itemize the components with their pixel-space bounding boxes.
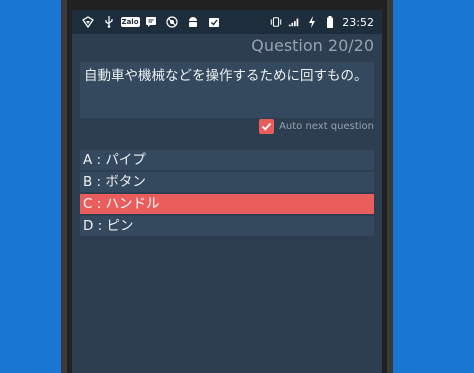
status-left-icons: Zalo [72, 16, 220, 28]
message-icon [145, 16, 157, 28]
task-check-icon [208, 16, 220, 28]
answer-option-c[interactable]: C : ハンドル [80, 194, 374, 214]
auto-next-checkbox[interactable] [259, 118, 275, 134]
zalo-icon: Zalo [120, 16, 140, 28]
battery-icon [324, 16, 336, 28]
cell-signal-icon [288, 16, 300, 28]
question-text: 自動車や機械などを操作するために回すもの。 [84, 68, 368, 84]
answer-option-b[interactable]: B : ボタン [80, 172, 374, 192]
android-icon [187, 16, 199, 28]
question-card: 自動車や機械などを操作するために回すもの。 [80, 62, 374, 118]
checkmark-icon [261, 122, 272, 131]
auto-next-toggle[interactable]: Auto next question [259, 117, 374, 135]
zalo-label: Zalo [120, 17, 140, 27]
answer-option-a[interactable]: A : パイプ [80, 150, 374, 170]
phone-screen: Zalo 23:52 Question 20/20 自動車や機械などを操作するた… [72, 10, 382, 373]
answer-option-d[interactable]: D : ピン [80, 216, 374, 236]
status-bar: Zalo 23:52 [72, 10, 382, 34]
phone-edge-right [387, 0, 393, 373]
wifi-icon [82, 16, 94, 28]
battery-charging-icon [306, 16, 318, 28]
no-signal-icon [166, 16, 178, 28]
vibrate-icon [270, 16, 282, 28]
status-clock: 23:52 [342, 15, 374, 29]
auto-next-label: Auto next question [279, 120, 374, 132]
status-right-icons: 23:52 [270, 16, 382, 29]
answer-list: A : パイプ B : ボタン C : ハンドル D : ピン [80, 150, 374, 238]
phone-edge-left [61, 0, 67, 373]
question-progress: Question 20/20 [251, 36, 374, 55]
usb-icon [103, 16, 115, 28]
